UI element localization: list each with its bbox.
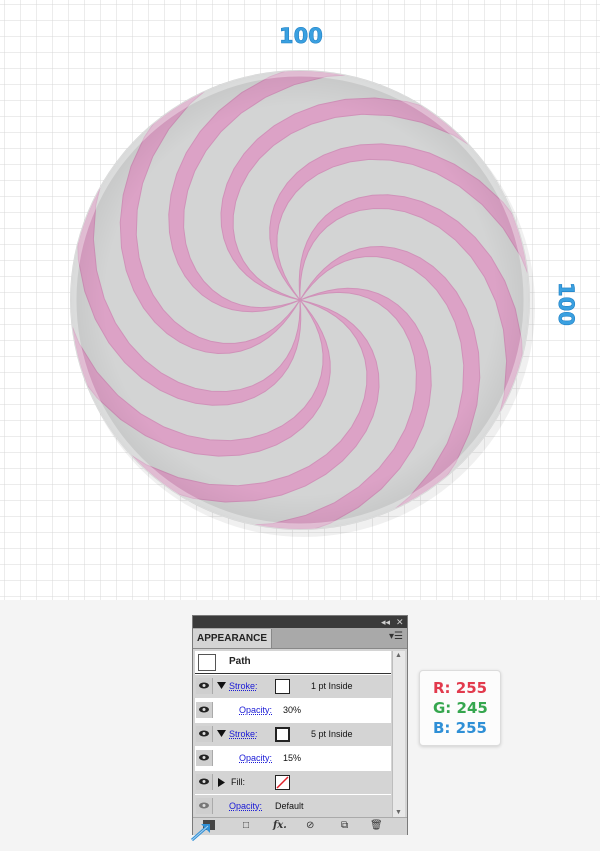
- fx-icon[interactable]: fx.: [273, 820, 287, 831]
- close-icon[interactable]: ✕: [396, 616, 404, 628]
- delete-icon[interactable]: 🗑: [370, 820, 383, 831]
- duplicate-icon[interactable]: ⧉: [341, 820, 348, 831]
- fill-label: Fill:: [231, 777, 245, 787]
- none-fill-swatch-icon[interactable]: [275, 775, 290, 790]
- green-value: G: 245: [433, 699, 488, 717]
- eye-icon: [199, 730, 209, 737]
- visibility-toggle[interactable]: [196, 774, 213, 790]
- pointer-arrow-icon: [191, 820, 215, 842]
- stroke-row-1[interactable]: Stroke: 1 pt Inside: [195, 675, 391, 698]
- visibility-toggle[interactable]: [196, 750, 213, 766]
- stroke-link[interactable]: Stroke:: [229, 681, 258, 691]
- artboard-canvas: 100 100: [0, 0, 600, 600]
- opacity-value: 30%: [283, 705, 302, 715]
- scroll-up-icon[interactable]: ▲: [395, 652, 402, 659]
- stroke-row-2[interactable]: Stroke: 5 pt Inside: [195, 723, 391, 746]
- height-dimension-label: 100: [554, 282, 579, 326]
- panel-titlebar: ◂◂ ✕: [193, 616, 407, 628]
- tab-appearance[interactable]: APPEARANCE: [193, 629, 272, 648]
- expand-triangle-icon[interactable]: [217, 682, 226, 689]
- visibility-toggle[interactable]: [196, 702, 213, 718]
- opacity-value: Default: [275, 801, 304, 811]
- visibility-toggle[interactable]: [196, 678, 213, 694]
- red-value: R: 255: [433, 679, 488, 697]
- scroll-down-icon[interactable]: ▼: [395, 809, 402, 816]
- grid: [0, 0, 600, 600]
- appearance-list: Path Stroke: 1 pt Inside Opacity: 30% St…: [195, 651, 391, 817]
- eye-icon: [199, 706, 209, 713]
- blue-value: B: 255: [433, 719, 487, 737]
- opacity-row-1[interactable]: Opacity: 30%: [195, 699, 391, 722]
- opacity-link[interactable]: Opacity:: [239, 753, 272, 763]
- new-art-icon[interactable]: □: [243, 820, 249, 831]
- width-dimension-label: 100: [279, 24, 323, 49]
- stroke-color-swatch[interactable]: [275, 727, 290, 742]
- eye-icon: [199, 802, 209, 809]
- opacity-link[interactable]: Opacity:: [239, 705, 272, 715]
- eye-icon: [199, 778, 209, 785]
- opacity-row-3[interactable]: Opacity: Default: [195, 795, 391, 817]
- color-info-callout: R: 255 G: 245 B: 255: [419, 670, 501, 746]
- collapsed-triangle-icon[interactable]: [218, 778, 225, 787]
- eye-icon: [199, 754, 209, 761]
- stroke-weight-value[interactable]: 5 pt Inside: [311, 729, 353, 739]
- collapse-icon[interactable]: ◂◂: [381, 616, 390, 628]
- panel-menu-icon[interactable]: ▾☰: [389, 631, 403, 642]
- panel-tab-bar: APPEARANCE ▾☰: [193, 628, 407, 649]
- path-row[interactable]: Path: [195, 651, 391, 674]
- visibility-toggle[interactable]: [196, 798, 213, 814]
- path-label: Path: [229, 656, 251, 667]
- path-thumbnail: [198, 654, 216, 671]
- clear-icon[interactable]: ⊘: [306, 820, 314, 831]
- stroke-weight-value[interactable]: 1 pt Inside: [311, 681, 353, 691]
- stroke-color-swatch[interactable]: [275, 679, 290, 694]
- scrollbar[interactable]: ▲ ▼: [392, 651, 405, 817]
- opacity-link[interactable]: Opacity:: [229, 801, 262, 811]
- fill-row[interactable]: Fill:: [195, 771, 391, 794]
- opacity-row-2[interactable]: Opacity: 15%: [195, 747, 391, 770]
- appearance-panel: ◂◂ ✕ APPEARANCE ▾☰ Path Stroke: 1 pt Ins…: [192, 615, 408, 835]
- visibility-toggle[interactable]: [196, 726, 213, 742]
- eye-icon: [199, 682, 209, 689]
- panel-bottom-bar: □ fx. ⊘ ⧉ 🗑: [193, 817, 407, 835]
- stroke-link[interactable]: Stroke:: [229, 729, 258, 739]
- opacity-value: 15%: [283, 753, 302, 763]
- expand-triangle-icon[interactable]: [217, 730, 226, 737]
